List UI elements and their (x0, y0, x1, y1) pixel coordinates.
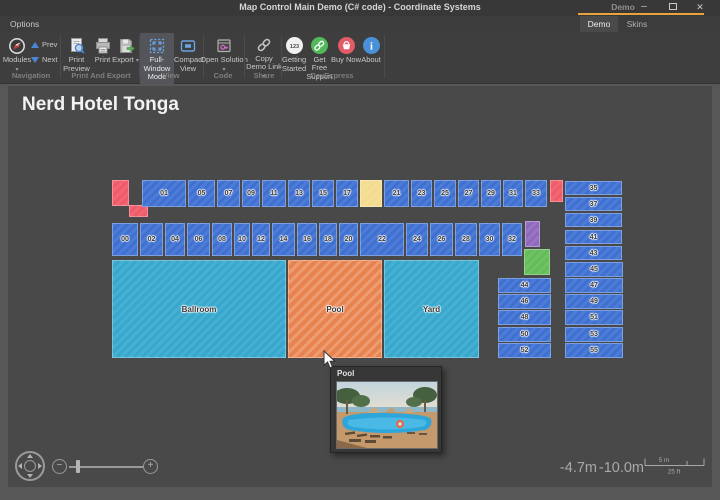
prev-button[interactable]: Prev (31, 38, 61, 51)
ribbon-group-label: Print And Export (71, 71, 130, 80)
svg-text:i: i (370, 42, 373, 53)
zoom-slider-track[interactable] (69, 466, 143, 468)
prev-next-group: Prev Next (31, 38, 61, 66)
ribbon-group-label: DevExpress (311, 71, 354, 80)
printer-icon (94, 35, 112, 56)
ribbon-group-label: Navigation (12, 71, 50, 80)
menu-bar: Options Demo Skins (0, 16, 720, 32)
zoom-out-button[interactable]: − (52, 459, 67, 474)
pan-control[interactable] (15, 451, 45, 481)
open-solution-icon (215, 35, 233, 56)
ribbon-separator (244, 36, 245, 78)
scale-bar: 5 m 25 ft (640, 454, 706, 481)
ribbon: Modules ▾ Prev Next Print Preview Print (0, 32, 720, 84)
tab-skins[interactable]: Skins (618, 16, 656, 32)
pan-down-icon[interactable] (27, 474, 33, 478)
export-save-icon (117, 35, 135, 56)
full-window-mode-icon (148, 35, 166, 56)
svg-text:123: 123 (289, 44, 298, 50)
maximize-button[interactable] (669, 3, 677, 10)
tooltip-title: Pool (337, 369, 354, 378)
map-title: Nerd Hotel Tonga (22, 94, 179, 116)
minimize-button[interactable]: – (636, 0, 652, 14)
link-icon (255, 35, 273, 55)
pan-center[interactable] (24, 460, 36, 472)
compact-view-icon (179, 35, 197, 56)
app-window: Map Control Main Demo (C# code) - Coordi… (0, 0, 720, 500)
mouse-cursor-icon (323, 350, 336, 374)
next-button[interactable]: Next (31, 53, 61, 66)
getting-started-button[interactable]: 123 Getting Started (282, 33, 306, 81)
123-circle-icon: 123 (285, 35, 304, 56)
ribbon-group-label: View (163, 71, 180, 80)
about-button[interactable]: i About (359, 33, 383, 81)
cart-circle-icon (337, 35, 356, 56)
pan-left-icon[interactable] (18, 463, 22, 469)
titlebar-demo-tab[interactable]: Demo (578, 2, 668, 12)
ribbon-separator (384, 36, 385, 78)
svg-text:5 m: 5 m (659, 457, 670, 464)
zoom-in-button[interactable]: + (143, 459, 158, 474)
pool-tooltip: Pool (330, 366, 442, 453)
down-triangle-icon (31, 57, 39, 63)
coordinate-x: -4.7m (551, 460, 597, 476)
print-preview-icon (68, 35, 86, 56)
compass-icon (8, 35, 26, 56)
tab-demo[interactable]: Demo (580, 16, 618, 32)
options-menu[interactable]: Options (10, 19, 39, 29)
info-circle-icon: i (362, 35, 381, 56)
svg-text:25 ft: 25 ft (668, 469, 681, 476)
title-bar: Map Control Main Demo (C# code) - Coordi… (0, 0, 720, 16)
pan-right-icon[interactable] (38, 463, 42, 469)
ribbon-group-label: Code (214, 71, 233, 80)
up-triangle-icon (31, 42, 39, 48)
ribbon-group-label: Share (254, 71, 275, 80)
coordinate-y: -10.0m (598, 460, 644, 476)
zoom-slider-thumb[interactable] (76, 460, 80, 473)
ribbon-separator (60, 36, 61, 78)
close-button[interactable]: ✕ (692, 0, 708, 14)
pool-photo (336, 381, 438, 449)
pan-up-icon[interactable] (27, 454, 33, 458)
support-circle-icon (310, 35, 329, 56)
